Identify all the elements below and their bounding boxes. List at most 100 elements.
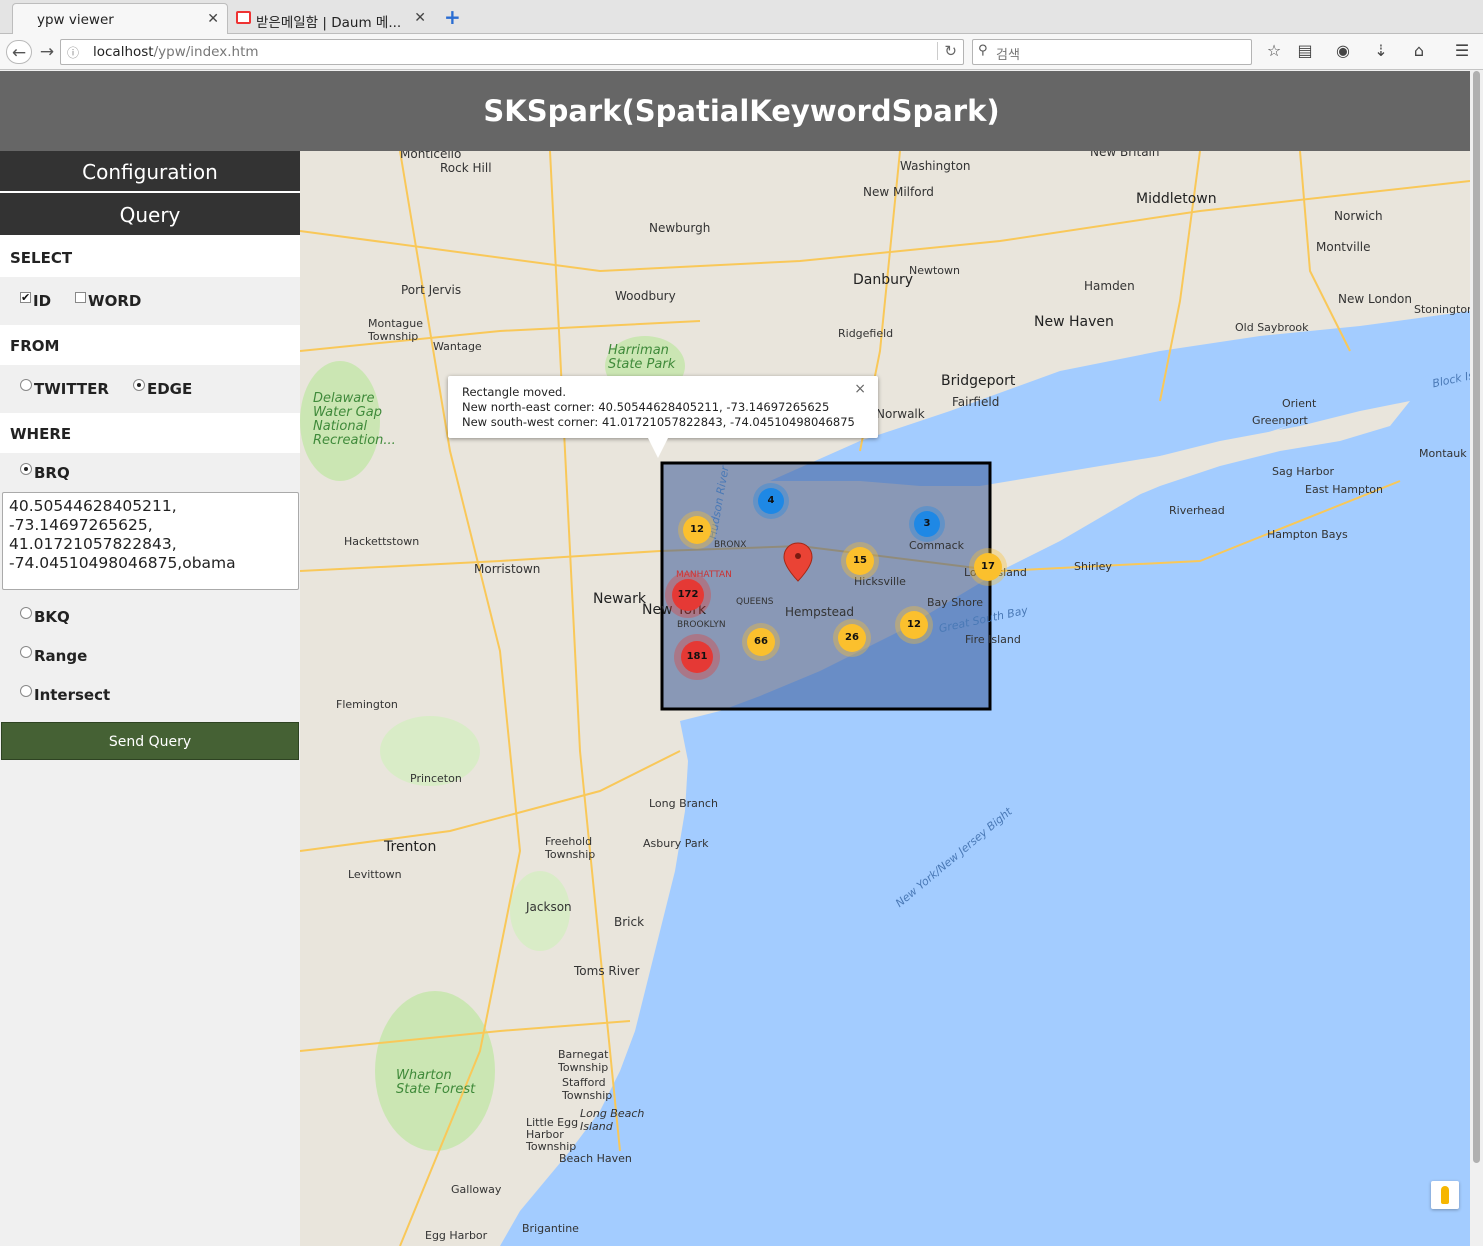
intersect-radio[interactable] bbox=[20, 684, 32, 697]
where-brq-option[interactable]: BRQ bbox=[0, 453, 300, 492]
place-label: New London bbox=[1338, 292, 1412, 306]
where-intersect-option[interactable]: Intersect bbox=[0, 675, 300, 714]
place-label: BROOKLYN bbox=[677, 620, 726, 630]
cluster-marker[interactable]: 12 bbox=[683, 516, 711, 544]
place-label: Wantage bbox=[433, 340, 482, 353]
place-label: Asbury Park bbox=[643, 837, 709, 850]
bkq-radio[interactable] bbox=[20, 606, 32, 619]
cluster-marker[interactable]: 17 bbox=[974, 553, 1002, 581]
intersect-label: Intersect bbox=[34, 685, 111, 704]
reload-icon[interactable]: ↻ bbox=[937, 42, 957, 60]
range-label: Range bbox=[34, 646, 88, 665]
select-section-title: SELECT bbox=[0, 237, 300, 277]
app-header: SKSpark(SpatialKeywordSpark) bbox=[0, 71, 1483, 151]
cluster-marker[interactable]: 15 bbox=[846, 547, 874, 575]
home-icon[interactable]: ⌂ bbox=[1407, 41, 1431, 63]
place-label: Flemington bbox=[336, 698, 398, 711]
range-radio[interactable] bbox=[20, 645, 32, 658]
search-input[interactable]: ⚲ 검색 bbox=[972, 39, 1252, 65]
place-label: New Milford bbox=[863, 185, 934, 199]
cluster-marker[interactable]: 66 bbox=[747, 628, 775, 656]
reading-list-icon[interactable]: ▤ bbox=[1293, 41, 1317, 63]
place-label: Little Egg Harbor Township bbox=[526, 1116, 579, 1153]
select-options: ✔ ID WORD bbox=[0, 277, 300, 325]
park-label: Wharton State Forest bbox=[396, 1068, 476, 1097]
info-ne-corner: New north-east corner: 40.50544628405211… bbox=[462, 400, 830, 414]
map-view[interactable]: Monticello Rock Hill Washington New Milf… bbox=[300, 151, 1470, 1246]
place-label: Long Branch bbox=[649, 797, 718, 810]
street-view-pegman-icon[interactable] bbox=[1431, 1181, 1459, 1209]
info-sw-corner: New south-west corner: 41.01721057822843… bbox=[462, 415, 855, 429]
query-textarea[interactable] bbox=[2, 492, 299, 590]
cluster-marker[interactable]: 3 bbox=[914, 511, 940, 537]
place-label: Greenport bbox=[1252, 414, 1308, 427]
sidebar: Configuration Query SELECT ✔ ID WORD FROM… bbox=[0, 151, 300, 1246]
from-twitter-option[interactable]: TWITTER bbox=[20, 379, 109, 398]
close-icon[interactable]: ✕ bbox=[414, 10, 426, 26]
select-id-option[interactable]: ✔ ID bbox=[20, 291, 51, 310]
place-label: Montville bbox=[1316, 240, 1371, 254]
bkq-label: BKQ bbox=[34, 607, 70, 626]
from-edge-option[interactable]: EDGE bbox=[132, 379, 193, 398]
info-window-tail bbox=[648, 438, 668, 458]
place-label: QUEENS bbox=[736, 597, 774, 607]
search-placeholder: 검색 bbox=[996, 48, 1020, 63]
brq-label: BRQ bbox=[34, 463, 70, 482]
edge-label: EDGE bbox=[146, 380, 193, 398]
navigation-toolbar: ← → ⓘ localhost/ypw/index.htm ↻ ⚲ 검색 ☆ ▤… bbox=[0, 34, 1483, 70]
bookmark-star-icon[interactable]: ☆ bbox=[1262, 41, 1286, 63]
place-label: Long Beach Island bbox=[580, 1107, 645, 1133]
site-info-icon[interactable]: ⓘ bbox=[67, 44, 79, 61]
place-label: Hempstead bbox=[785, 605, 855, 619]
send-query-button[interactable]: Send Query bbox=[1, 722, 299, 760]
url-bar[interactable]: ⓘ localhost/ypw/index.htm ↻ bbox=[60, 39, 964, 65]
brq-radio[interactable] bbox=[20, 462, 32, 475]
pocket-icon[interactable]: ◉ bbox=[1331, 41, 1355, 63]
cluster-marker[interactable]: 181 bbox=[681, 641, 713, 673]
back-button[interactable]: ← bbox=[6, 40, 32, 64]
place-label: BRONX bbox=[714, 540, 747, 550]
forward-button[interactable]: → bbox=[34, 40, 60, 64]
scrollbar-thumb[interactable] bbox=[1473, 71, 1480, 1163]
query-button[interactable]: Query bbox=[0, 193, 300, 237]
tab-daum-mail[interactable]: 받은메일함 | Daum 메... ✕ bbox=[230, 3, 434, 34]
close-icon[interactable]: × bbox=[854, 382, 866, 397]
from-section-title: FROM bbox=[0, 325, 300, 365]
place-label: Old Saybrook bbox=[1235, 321, 1309, 334]
place-label: Freehold Township bbox=[545, 835, 596, 861]
place-label: Norwalk bbox=[876, 407, 925, 421]
place-label: Levittown bbox=[348, 868, 402, 881]
place-label: Danbury bbox=[853, 272, 914, 288]
place-label: New Britain bbox=[1090, 151, 1160, 159]
from-options: TWITTER EDGE bbox=[0, 365, 300, 413]
place-label: Woodbury bbox=[615, 289, 676, 303]
place-label: Hackettstown bbox=[344, 535, 420, 548]
browser-tab-bar: ypw viewer ✕ 받은메일함 | Daum 메... ✕ + bbox=[0, 0, 1483, 34]
word-checkbox[interactable] bbox=[75, 291, 87, 303]
close-icon[interactable]: ✕ bbox=[207, 11, 219, 27]
tab-ypw-viewer[interactable]: ypw viewer ✕ bbox=[12, 3, 228, 34]
place-label: Barnegat Township bbox=[558, 1048, 609, 1074]
id-checkbox[interactable]: ✔ bbox=[20, 291, 31, 303]
cluster-marker[interactable]: 12 bbox=[900, 611, 928, 639]
configuration-button[interactable]: Configuration bbox=[0, 151, 300, 193]
cluster-marker[interactable]: 172 bbox=[672, 579, 704, 611]
place-label: Middletown bbox=[1136, 191, 1217, 207]
place-label: Galloway bbox=[451, 1183, 502, 1196]
menu-icon[interactable]: ☰ bbox=[1450, 41, 1474, 63]
place-label: Commack bbox=[909, 539, 964, 552]
download-icon[interactable]: ⇣ bbox=[1369, 41, 1393, 63]
cluster-marker[interactable]: 26 bbox=[838, 624, 866, 652]
place-label: Riverhead bbox=[1169, 504, 1225, 517]
where-range-option[interactable]: Range bbox=[0, 636, 300, 675]
park-label: Delaware Water Gap National Recreation..… bbox=[313, 391, 396, 448]
place-label: Newburgh bbox=[649, 221, 711, 235]
where-bkq-option[interactable]: BKQ bbox=[0, 597, 300, 636]
new-tab-button[interactable]: + bbox=[444, 5, 461, 29]
select-word-option[interactable]: WORD bbox=[75, 291, 141, 310]
edge-radio[interactable] bbox=[132, 379, 145, 391]
page-scrollbar[interactable] bbox=[1470, 71, 1483, 1246]
cluster-marker[interactable]: 4 bbox=[758, 488, 784, 514]
place-label: Newtown bbox=[909, 264, 961, 277]
twitter-radio[interactable] bbox=[20, 379, 32, 391]
